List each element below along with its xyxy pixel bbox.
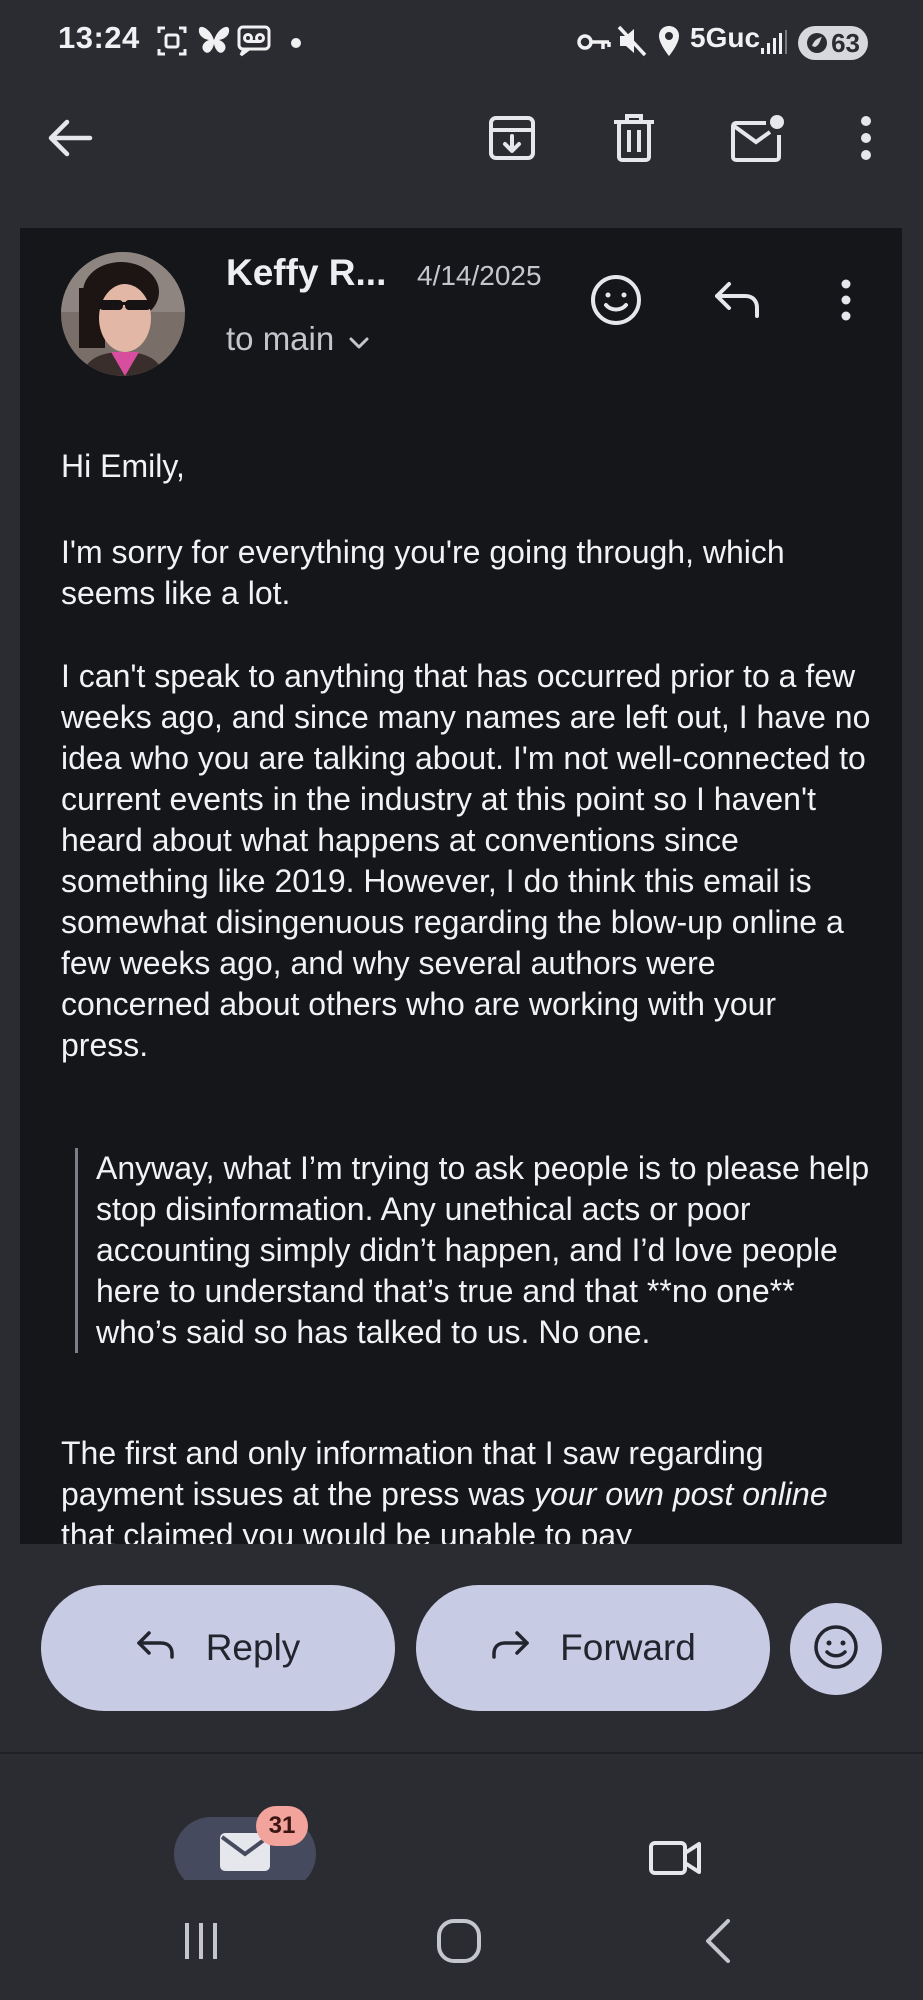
message-more-button[interactable] [810,266,882,338]
more-options-button[interactable] [830,104,902,176]
reply-label: Reply [205,1627,301,1668]
battery-saver-icon [806,31,828,60]
back-chevron-icon [702,1918,732,1969]
email-paragraph: I can't speak to anything that has occur… [61,658,871,1063]
mark-unread-icon [730,113,786,168]
email-paragraph: The first and only information that I sa… [61,1433,871,1544]
signal-icon [760,30,788,61]
recipients-toggle[interactable]: to main [226,320,370,358]
sender-name[interactable]: Keffy R... [226,252,386,294]
voicemail-icon [236,24,272,63]
reply-icon [136,1627,176,1669]
email-message: Keffy R... 4/14/2025 to main Hi Emily, I… [20,228,902,1544]
more-vert-icon [859,115,873,166]
video-camera-icon [649,1839,703,1882]
sender-avatar[interactable] [61,252,185,376]
delete-button[interactable] [598,104,670,176]
quoted-text: Anyway, what I’m trying to ask people is… [75,1148,875,1353]
recent-apps-icon [181,1921,221,1966]
reply-icon [713,280,763,325]
reply-inline-button[interactable] [702,266,774,338]
mark-unread-button[interactable] [722,104,794,176]
email-greeting: Hi Emily, [61,448,185,484]
chevron-down-icon [348,320,370,358]
system-navigation-bar [0,1880,923,2000]
forward-label: Forward [560,1627,696,1668]
more-vert-icon [840,278,852,327]
recent-apps-button[interactable] [156,1898,246,1988]
status-bar: 13:24 5Guc 63 [0,0,923,84]
emoji-icon [812,1623,860,1676]
app-bar [0,84,923,228]
back-arrow-icon [47,118,93,163]
butterfly-icon [196,24,232,63]
react-button[interactable] [790,1603,882,1695]
italic-text: your own post online [534,1476,828,1512]
add-reaction-button[interactable] [580,266,652,338]
back-button[interactable] [34,104,106,176]
screenshot-icon [156,24,188,63]
dot-icon [290,36,302,54]
reply-button[interactable]: Reply [41,1585,395,1711]
home-icon [436,1918,482,1969]
email-paragraph: I'm sorry for everything you're going th… [61,534,785,611]
battery-level: 63 [831,28,860,58]
system-back-button[interactable] [672,1898,762,1988]
key-icon [576,28,612,61]
archive-icon [488,114,536,167]
unread-count-badge: 31 [256,1806,308,1846]
email-date: 4/14/2025 [417,260,542,291]
location-icon [656,24,682,63]
bottom-navigation: 31 [0,1752,923,1891]
delete-icon [612,113,656,168]
home-button[interactable] [414,1898,504,1988]
mute-icon [616,24,648,63]
recipients-label: to main [226,320,335,357]
paragraph-text: that claimed you would be unable to pay [61,1517,633,1544]
status-time: 13:24 [58,20,140,55]
emoji-icon [589,273,643,332]
forward-icon [490,1627,530,1669]
forward-button[interactable]: Forward [416,1585,770,1711]
archive-button[interactable] [476,104,548,176]
network-type: 5Guc [690,22,761,53]
